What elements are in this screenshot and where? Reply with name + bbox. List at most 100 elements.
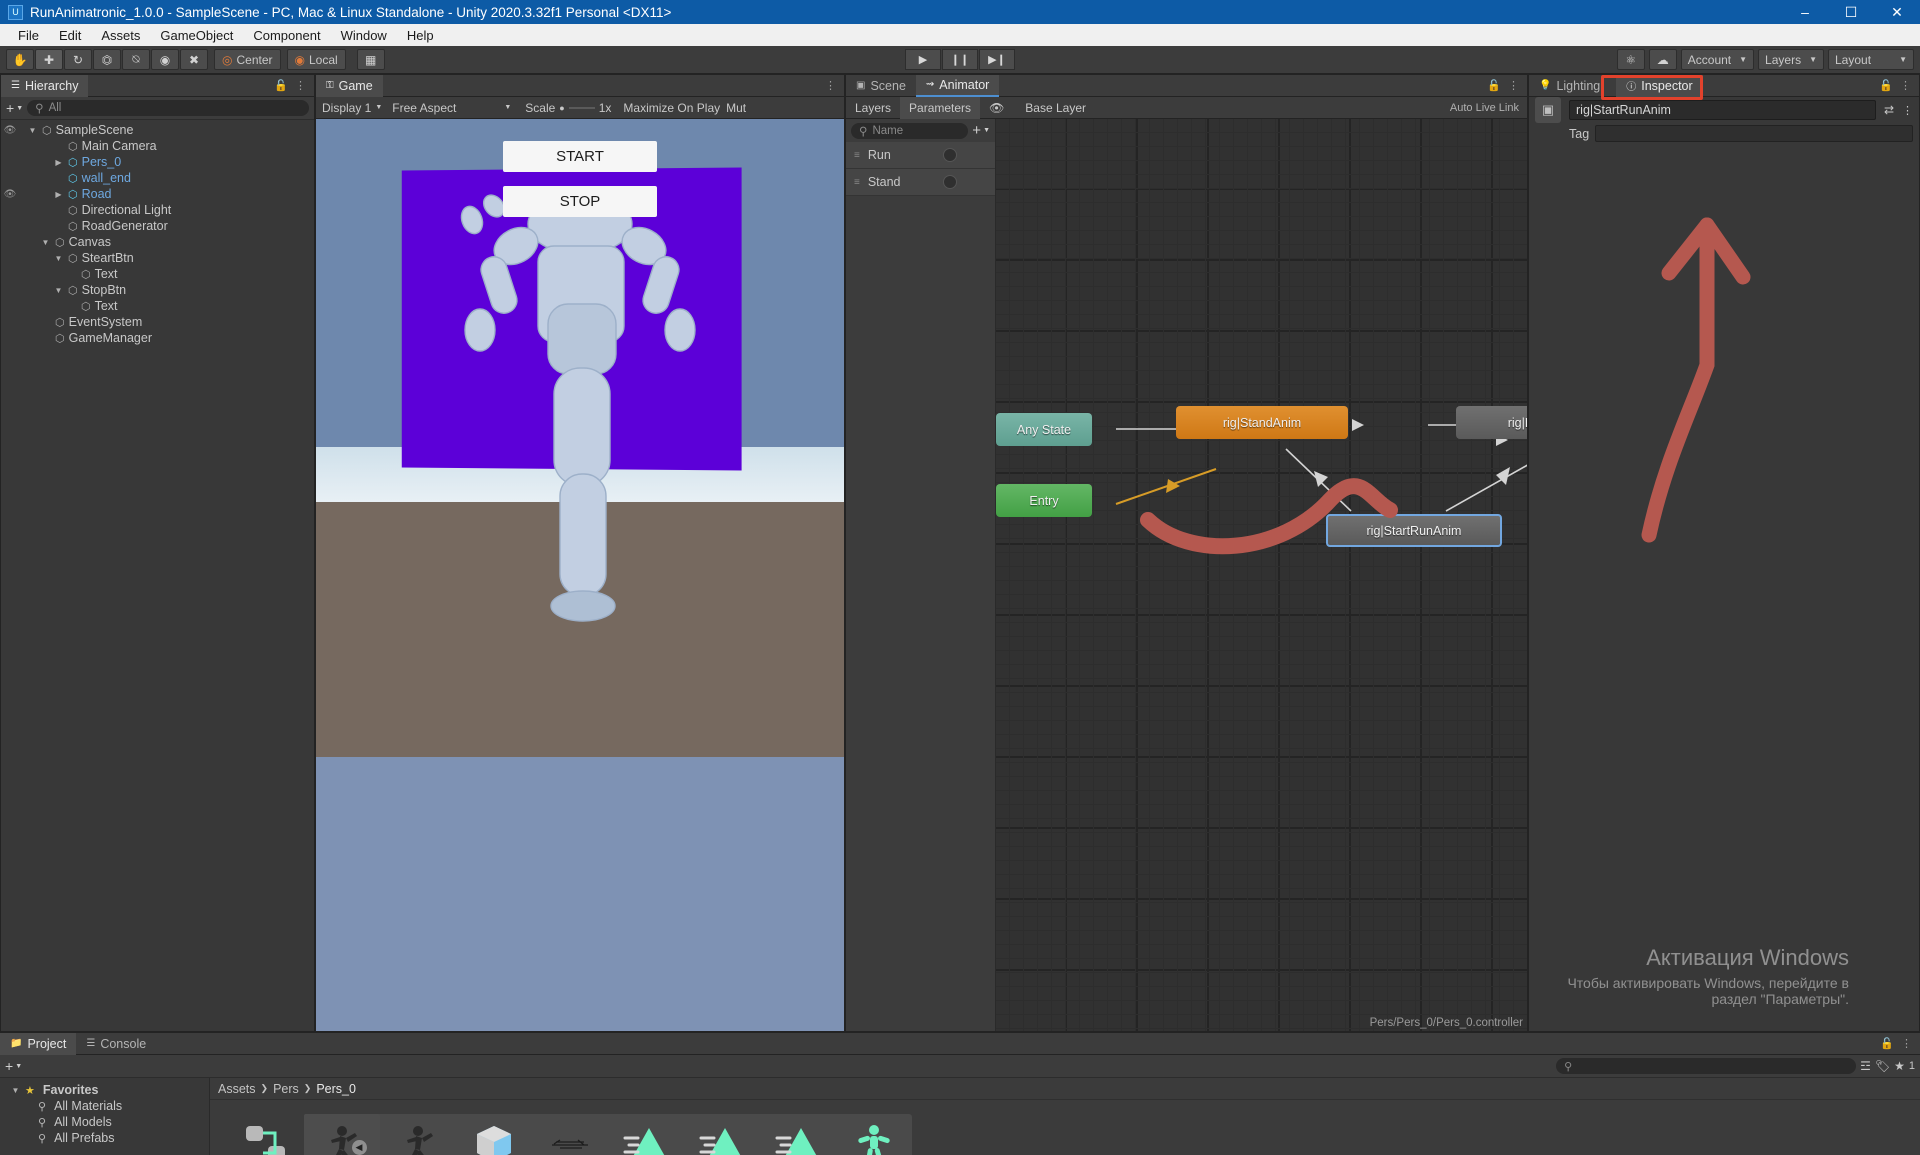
parameter-bool-toggle[interactable]: [943, 175, 957, 189]
menu-item-window[interactable]: Window: [331, 26, 397, 45]
drag-handle-icon[interactable]: ≡: [854, 177, 860, 188]
panel-menu-icon[interactable]: ⋮: [1900, 79, 1911, 92]
project-folder-all-prefabs[interactable]: ⚲ All Prefabs: [0, 1130, 209, 1146]
hierarchy-item-road[interactable]: 👁 ▶ ⬡ Road: [1, 186, 314, 202]
hierarchy-search-input[interactable]: ⚲ All: [27, 100, 309, 116]
asset-item[interactable]: Pers_0: [532, 1114, 608, 1155]
animator-node-run-anim[interactable]: rig|RunAnim: [1456, 406, 1527, 439]
hierarchy-item-roadgenerator[interactable]: ⬡ RoadGenerator: [1, 218, 314, 234]
menu-item-file[interactable]: File: [8, 26, 49, 45]
chevron-down-icon[interactable]: ▼: [40, 238, 51, 247]
layout-dropdown[interactable]: Layout ▼: [1828, 49, 1914, 70]
cloud-icon[interactable]: ☁: [1648, 49, 1677, 70]
hand-tool-icon[interactable]: ✋: [6, 49, 34, 70]
lock-icon[interactable]: 🔓: [274, 79, 288, 92]
visibility-eye-icon[interactable]: 👁: [980, 97, 1013, 119]
tag-field[interactable]: [1595, 125, 1913, 142]
maximize-button[interactable]: ☐: [1828, 0, 1874, 24]
hierarchy-item-samplescene[interactable]: 👁 ▼ ⬡ SampleScene: [1, 122, 314, 138]
tab-layers[interactable]: Layers: [846, 97, 900, 119]
hierarchy-item-text[interactable]: ⬡ Text: [1, 298, 314, 314]
tab-animator[interactable]: ⇝ Animator: [915, 74, 1000, 97]
aspect-dropdown[interactable]: Free Aspect ▼: [392, 101, 511, 115]
panel-menu-icon[interactable]: ⋮: [1901, 1037, 1912, 1050]
chevron-down-icon[interactable]: ▼: [53, 286, 64, 295]
hierarchy-item-gamemanager[interactable]: ⬡ GameManager: [1, 330, 314, 346]
project-folder-blank[interactable]: [0, 1146, 209, 1155]
parameter-search-input[interactable]: ⚲ Name: [851, 122, 969, 139]
hierarchy-item-steartbtn[interactable]: ▼ ⬡ SteartBtn: [1, 250, 314, 266]
visibility-eye-icon[interactable]: 👁: [1, 189, 19, 200]
chevron-down-icon[interactable]: ▼: [10, 1086, 21, 1095]
asset-item[interactable]: Pers_0: [228, 1114, 304, 1155]
scale-tool-icon[interactable]: ⏣: [93, 49, 121, 70]
hierarchy-item-directional-light[interactable]: ⬡ Directional Light: [1, 202, 314, 218]
play-button[interactable]: ▶: [905, 49, 941, 70]
animator-node-start-run-anim[interactable]: rig|StartRunAnim: [1326, 514, 1502, 547]
display-dropdown[interactable]: Display 1 ▼: [322, 101, 382, 115]
preset-icon[interactable]: ⇄: [1884, 103, 1894, 117]
animator-node-any-state[interactable]: Any State: [996, 413, 1092, 446]
chevron-down-icon[interactable]: ▼: [53, 254, 64, 263]
menu-item-component[interactable]: Component: [243, 26, 330, 45]
panel-menu-icon[interactable]: ⋮: [295, 79, 306, 92]
tab-project[interactable]: 📁 Project: [0, 1032, 77, 1055]
filter-label-icon[interactable]: 🏷: [1875, 1059, 1890, 1073]
minimize-button[interactable]: –: [1782, 0, 1828, 24]
pivot-rotation-button[interactable]: ◉ Local: [286, 49, 346, 70]
base-layer-breadcrumb[interactable]: Base Layer: [1013, 101, 1096, 115]
menu-item-assets[interactable]: Assets: [91, 26, 150, 45]
lock-icon[interactable]: 🔓: [1880, 1037, 1894, 1050]
animator-node-entry[interactable]: Entry: [996, 484, 1092, 517]
asset-item[interactable]: rig: [456, 1114, 532, 1155]
breadcrumb-item[interactable]: Pers_0: [316, 1082, 356, 1096]
animator-node-stand-anim[interactable]: rig|StandAnim: [1176, 406, 1348, 439]
breadcrumb-item[interactable]: Pers: [273, 1082, 299, 1096]
create-asset-button[interactable]: + ▼: [5, 1058, 22, 1074]
tab-lighting[interactable]: 💡 Lighting: [1529, 75, 1610, 97]
rotate-tool-icon[interactable]: ↻: [64, 49, 92, 70]
menu-item-edit[interactable]: Edit: [49, 26, 91, 45]
visibility-eye-icon[interactable]: 👁: [1, 125, 19, 136]
step-button[interactable]: ▶❙: [979, 49, 1015, 70]
grid-snap-icon[interactable]: ▦: [356, 49, 385, 70]
move-tool-icon[interactable]: ✚: [35, 49, 63, 70]
project-folder-all-models[interactable]: ⚲ All Models: [0, 1114, 209, 1130]
maximize-on-play-toggle[interactable]: Maximize On Play: [623, 101, 720, 115]
project-search-input[interactable]: ⚲: [1556, 1058, 1857, 1074]
tab-inspector[interactable]: ⓘ Inspector: [1616, 74, 1703, 97]
hierarchy-item-wall_end[interactable]: ⬡ wall_end: [1, 170, 314, 186]
tab-scene[interactable]: ▣ Scene: [846, 75, 916, 97]
chevron-right-icon[interactable]: ▶: [53, 158, 64, 167]
scale-slider[interactable]: Scale ● 1x: [525, 101, 611, 115]
tab-parameters[interactable]: Parameters: [900, 96, 981, 119]
hierarchy-item-eventsystem[interactable]: ⬡ EventSystem: [1, 314, 314, 330]
mute-audio-toggle[interactable]: Mut: [726, 101, 746, 115]
filter-type-icon[interactable]: ☲: [1860, 1059, 1871, 1073]
hierarchy-item-stopbtn[interactable]: ▼ ⬡ StopBtn: [1, 282, 314, 298]
panel-menu-icon[interactable]: ⋮: [1902, 104, 1913, 117]
tab-hierarchy[interactable]: ☰ Hierarchy: [1, 74, 89, 97]
layers-dropdown[interactable]: Layers ▼: [1758, 49, 1824, 70]
collab-icon[interactable]: ⚛: [1616, 49, 1645, 70]
pause-button[interactable]: ❙❙: [942, 49, 978, 70]
custom-tool-icon[interactable]: ✖: [180, 49, 208, 70]
asset-item[interactable]: rig|Stand...: [684, 1114, 760, 1155]
parameter-bool-toggle[interactable]: [943, 148, 957, 162]
drag-handle-icon[interactable]: ≡: [854, 150, 860, 161]
asset-item[interactable]: Pers_0: [380, 1114, 456, 1155]
hierarchy-item-pers_0[interactable]: ▶ ⬡ Pers_0: [1, 154, 314, 170]
pivot-mode-button[interactable]: ◎ Center: [214, 49, 281, 70]
chevron-right-icon[interactable]: ▶: [53, 190, 64, 199]
chevron-down-icon[interactable]: ▼: [27, 126, 38, 135]
account-dropdown[interactable]: Account ▼: [1680, 49, 1755, 70]
project-folder-all-materials[interactable]: ⚲ All Materials: [0, 1098, 209, 1114]
object-name-field[interactable]: rig|StartRunAnim: [1569, 100, 1876, 120]
add-gameobject-button[interactable]: + ▼: [6, 100, 23, 116]
close-button[interactable]: ✕: [1874, 0, 1920, 24]
asset-item[interactable]: Pers_0A...: [836, 1114, 912, 1155]
asset-item[interactable]: rig|Start...: [760, 1114, 836, 1155]
menu-item-gameobject[interactable]: GameObject: [150, 26, 243, 45]
game-viewport[interactable]: START STOP: [316, 119, 844, 1031]
panel-menu-icon[interactable]: ⋮: [1508, 79, 1519, 92]
